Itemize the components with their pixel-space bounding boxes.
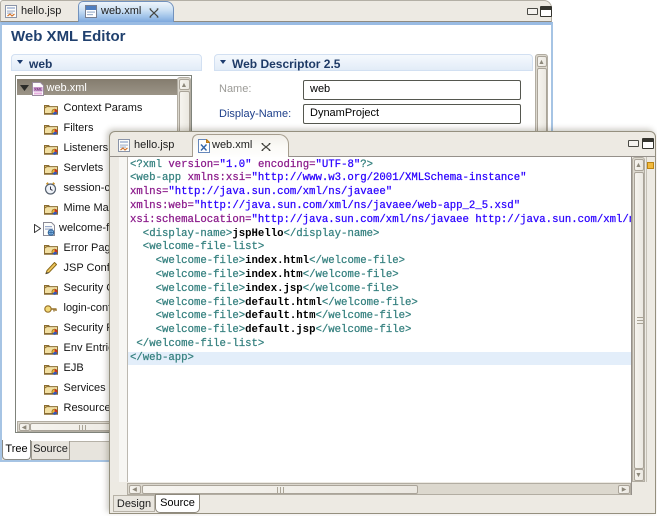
svg-text:XML: XML: [34, 86, 43, 91]
